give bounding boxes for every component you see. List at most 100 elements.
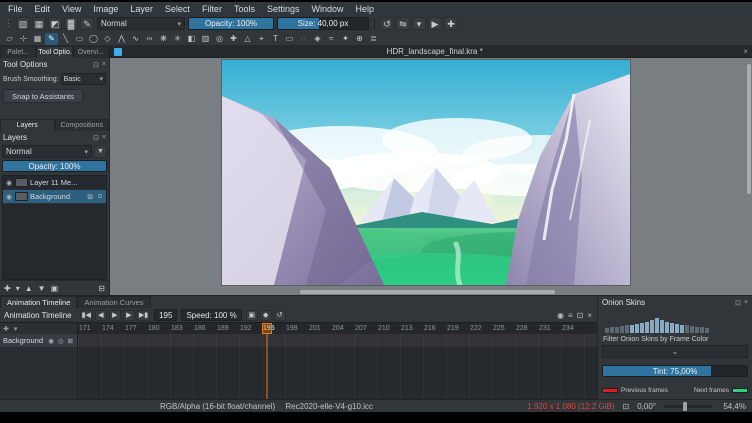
- frame-color-filter-dropdown[interactable]: ⌄: [602, 345, 748, 358]
- mirror-horizontal-icon[interactable]: ⇋: [396, 17, 410, 30]
- edit-brush-settings-icon[interactable]: ✎: [80, 17, 94, 30]
- transform-tool[interactable]: ▱: [3, 33, 16, 45]
- similar-color-selection-tool[interactable]: ✦: [339, 33, 352, 45]
- onion-opacity-bar[interactable]: [620, 326, 624, 333]
- canvas-viewport[interactable]: [110, 58, 752, 295]
- onion-opacity-bar[interactable]: [650, 320, 654, 333]
- delete-layer-button[interactable]: ⊟: [98, 284, 105, 293]
- fill-tool[interactable]: ◧: [185, 33, 198, 45]
- onion-opacity-bar[interactable]: [625, 325, 629, 333]
- brush-size-slider[interactable]: Size: 40,00 px: [277, 17, 369, 30]
- layer-lock-icon[interactable]: ⊠: [86, 193, 94, 201]
- brush-preset-chooser-icon[interactable]: ▓: [64, 17, 78, 30]
- wrap-around-mode-icon[interactable]: ▶: [428, 17, 442, 30]
- close-docker-icon[interactable]: ×: [102, 61, 106, 69]
- docker-tab[interactable]: Overvi...: [73, 46, 109, 58]
- menu-item[interactable]: Window: [306, 4, 348, 14]
- rectangle-tool[interactable]: ▭: [73, 33, 86, 45]
- menu-item[interactable]: Filter: [197, 4, 227, 14]
- gradient-tool[interactable]: ▥: [199, 33, 212, 45]
- docker-tab[interactable]: Palet...: [0, 46, 36, 58]
- skip-to-end-button[interactable]: ▶▮: [137, 310, 150, 321]
- polyline-tool[interactable]: ⋀: [115, 33, 128, 45]
- onion-skins-toggle-icon[interactable]: ◉: [556, 311, 565, 320]
- move-layer-down-button[interactable]: ▼: [38, 284, 46, 293]
- float-docker-icon[interactable]: ⊡: [93, 134, 99, 142]
- timeline-menu-icon[interactable]: ≡: [567, 311, 574, 320]
- pattern-chooser-icon[interactable]: ▦: [32, 17, 46, 30]
- gradient-chooser-icon[interactable]: ▨: [16, 17, 30, 30]
- layer-row-selected[interactable]: ◉ Background ⊠ α: [3, 190, 106, 204]
- timeline-ruler[interactable]: ✚▾ 1711741771801831861891921951982012042…: [0, 322, 597, 334]
- close-docker-icon[interactable]: ×: [102, 134, 106, 142]
- auto-frame-mode-icon[interactable]: ▣: [246, 310, 258, 321]
- add-keyframe-icon[interactable]: ◆: [260, 310, 272, 321]
- layer-options-dropdown[interactable]: ▾: [16, 284, 20, 293]
- docker-tab[interactable]: Compositions: [55, 119, 110, 131]
- layer-lock-icon[interactable]: ⊠: [67, 337, 74, 345]
- menu-item[interactable]: Tools: [229, 4, 260, 14]
- horizontal-scrollbar[interactable]: [300, 290, 555, 294]
- skip-to-start-button[interactable]: ▮◀: [80, 310, 93, 321]
- docker-tab[interactable]: Tool Optio...: [36, 46, 72, 58]
- ellipse-tool[interactable]: ◯: [87, 33, 100, 45]
- zoom-tool[interactable]: ⊕: [353, 33, 366, 45]
- color-sampler-tool[interactable]: ◎: [213, 33, 226, 45]
- polygonal-selection-tool[interactable]: ◈: [311, 33, 324, 45]
- line-tool[interactable]: ╲: [59, 33, 72, 45]
- tab-animation-timeline[interactable]: Animation Timeline: [0, 296, 77, 308]
- tab-animation-curves[interactable]: Animation Curves: [77, 296, 150, 308]
- elliptical-selection-tool[interactable]: ◌: [297, 33, 310, 45]
- onion-opacity-bar[interactable]: [690, 326, 694, 333]
- multibrush-tool[interactable]: ✳: [171, 33, 184, 45]
- move-tool[interactable]: ⊹: [17, 33, 30, 45]
- previous-frames-color-swatch[interactable]: [602, 388, 618, 393]
- freehand-brush-tool[interactable]: ✎: [45, 33, 58, 45]
- onion-opacity-bar[interactable]: [685, 325, 689, 333]
- freehand-path-tool[interactable]: ∾: [143, 33, 156, 45]
- docker-tab[interactable]: Layers: [0, 119, 55, 131]
- next-frame-button[interactable]: ▶: [123, 310, 135, 321]
- bezier-curve-tool[interactable]: ∿: [129, 33, 142, 45]
- keyframe-menu-icon[interactable]: ▾: [14, 325, 18, 333]
- timeline-layer-row[interactable]: Background ◉◎⊠: [0, 334, 77, 347]
- onion-opacity-bar[interactable]: [635, 324, 639, 333]
- layer-visibility-icon[interactable]: ◉: [5, 179, 13, 187]
- menu-item[interactable]: View: [57, 4, 86, 14]
- layer-row[interactable]: ◉ Layer 11 Me...: [3, 176, 106, 190]
- menu-item[interactable]: Image: [88, 4, 123, 14]
- snap-to-assistants-button[interactable]: Snap to Assistants: [3, 89, 83, 103]
- opacity-slider[interactable]: Opacity: 100%: [188, 17, 274, 30]
- rectangular-selection-tool[interactable]: ▭: [283, 33, 296, 45]
- measure-tool[interactable]: ⌖: [255, 33, 268, 45]
- layer-alpha-icon[interactable]: α: [96, 193, 104, 200]
- layer-filter-icon[interactable]: ▼: [94, 145, 107, 158]
- brush-smoothing-dropdown[interactable]: Basic ▾: [61, 73, 106, 85]
- smart-patch-tool[interactable]: ✚: [227, 33, 240, 45]
- dynamic-brush-tool[interactable]: ❋: [157, 33, 170, 45]
- vertical-scrollbar[interactable]: [747, 64, 751, 194]
- menu-item[interactable]: Settings: [262, 4, 305, 14]
- zoom-slider-thumb[interactable]: [683, 402, 687, 411]
- mirror-options-dropdown-icon[interactable]: ▾: [412, 17, 426, 30]
- painting-assistants-icon[interactable]: ✚: [444, 17, 458, 30]
- onion-opacity-bar[interactable]: [665, 322, 669, 333]
- blending-mode-dropdown[interactable]: Normal ▾: [97, 17, 185, 30]
- onion-opacity-bar[interactable]: [640, 323, 644, 333]
- tint-slider[interactable]: Tint: 75,00%: [602, 365, 748, 377]
- onion-opacity-bar[interactable]: [675, 324, 679, 333]
- onion-opacity-bar[interactable]: [645, 322, 649, 333]
- canvas-only-icon[interactable]: ⊡: [623, 402, 630, 411]
- next-frames-color-swatch[interactable]: [732, 388, 748, 393]
- canvas-painting[interactable]: [222, 60, 630, 285]
- layer-visible-icon[interactable]: ◉: [47, 337, 55, 345]
- layer-opacity-slider[interactable]: Opacity: 100%: [2, 160, 107, 172]
- add-keyframe-button[interactable]: ✚: [3, 325, 9, 333]
- assistants-tool[interactable]: △: [241, 33, 254, 45]
- layer-onion-skin-icon[interactable]: ◎: [57, 337, 65, 345]
- menu-item[interactable]: Help: [351, 4, 380, 14]
- close-docker-icon[interactable]: ×: [586, 311, 593, 320]
- close-docker-icon[interactable]: ×: [744, 299, 748, 307]
- onion-opacity-bar[interactable]: [655, 318, 659, 333]
- float-docker-icon[interactable]: ⊡: [576, 311, 585, 320]
